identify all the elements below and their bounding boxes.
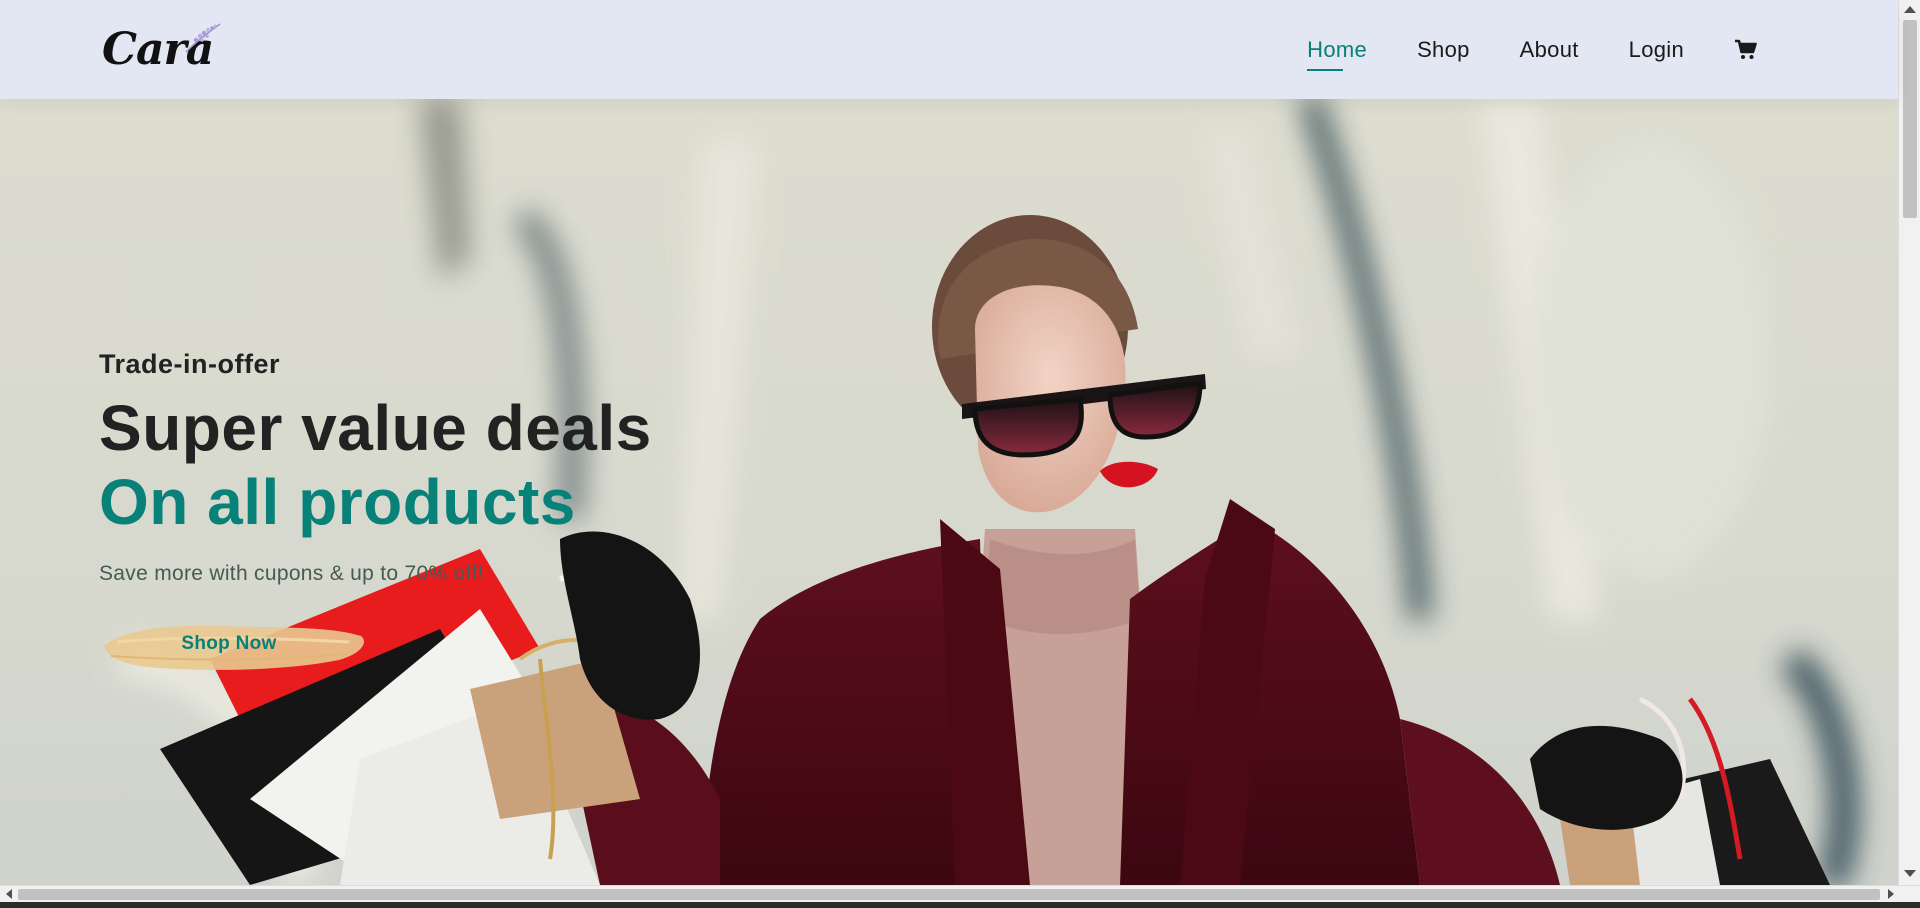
hero-eyebrow: Trade-in-offer [99,349,281,379]
nav-link-shop[interactable]: Shop [1417,37,1470,62]
scroll-right-arrow-icon[interactable] [1888,889,1894,899]
hero-title: Super value deals [99,392,652,464]
scroll-down-arrow-icon[interactable] [1904,870,1916,877]
nav-link-about[interactable]: About [1520,37,1579,62]
vertical-scrollbar[interactable] [1898,0,1920,885]
nav-item-home: Home [1307,37,1367,71]
shop-now-button[interactable]: Shop Now [99,612,369,676]
hero-text-block: Trade-in-offer Super value deals On all … [99,349,652,676]
shop-now-label: Shop Now [181,633,277,654]
lavender-sprig-icon [185,22,221,52]
nav-item-login: Login [1629,37,1684,63]
nav-link-login[interactable]: Login [1629,37,1684,62]
hero-title-accent: On all products [99,466,576,538]
site-header: Cara Home Shop About Login [0,0,1898,99]
window-bottom-edge [0,902,1920,908]
nav-item-cart [1684,38,1758,62]
vertical-scroll-thumb[interactable] [1903,20,1917,218]
horizontal-scroll-thumb[interactable] [18,889,1880,900]
hero-subtitle: Save more with cupons & up to 70% off! [99,562,484,585]
horizontal-scrollbar[interactable] [0,885,1920,902]
logo[interactable]: Cara [100,20,225,80]
nav-link-home[interactable]: Home [1307,37,1367,62]
scroll-up-arrow-icon[interactable] [1904,6,1916,13]
nav-item-shop: Shop [1417,37,1470,63]
main-nav: Home Shop About Login [1257,37,1758,71]
scroll-left-arrow-icon[interactable] [6,889,12,899]
hero-section: Trade-in-offer Super value deals On all … [0,99,1898,885]
shopping-cart-icon[interactable] [1734,38,1758,62]
nav-item-about: About [1520,37,1579,63]
